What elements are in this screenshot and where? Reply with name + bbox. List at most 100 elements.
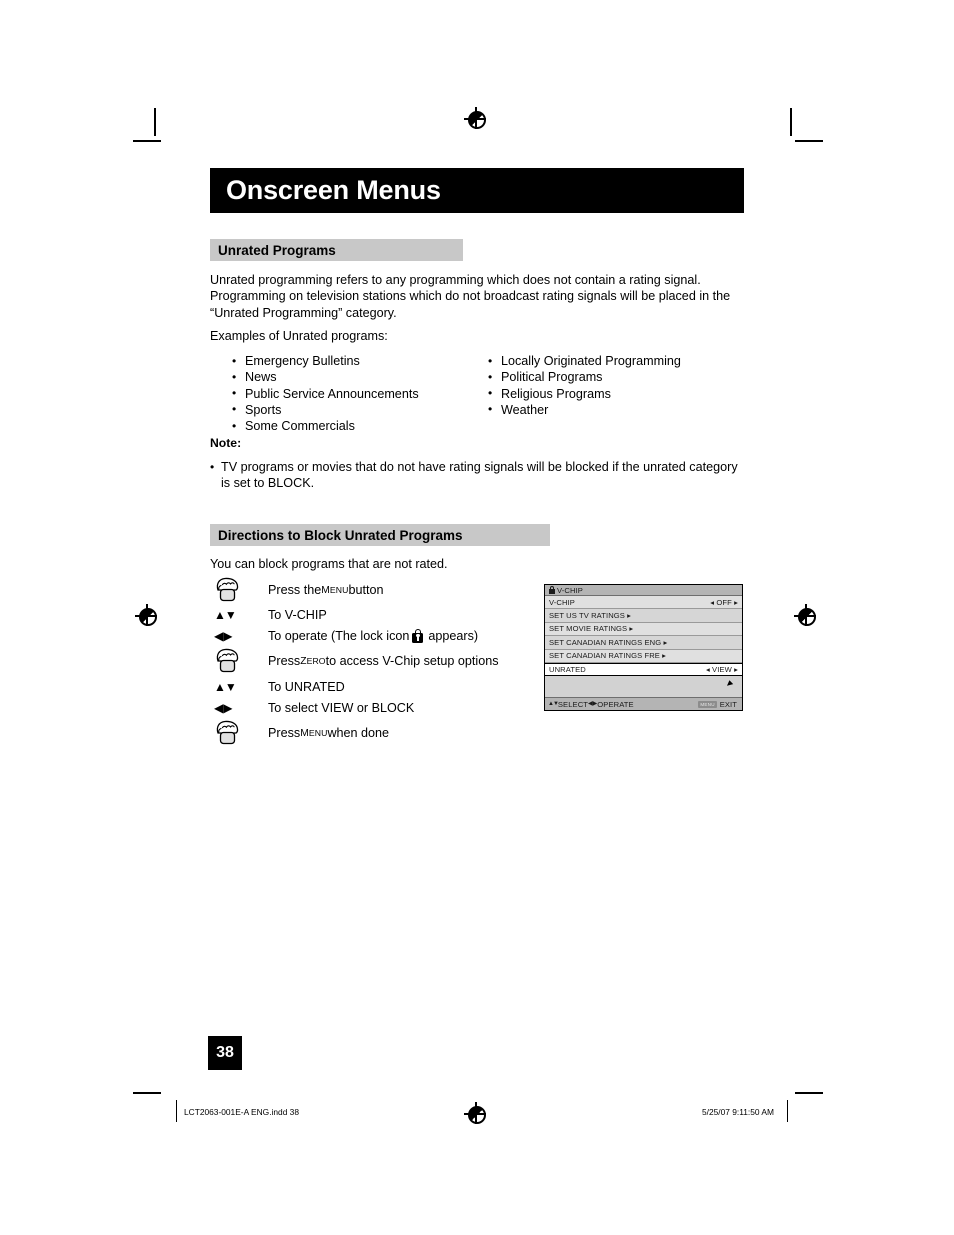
list-item: Locally Originated Programming <box>488 352 738 369</box>
left-right-arrows-icon: ◀▶ <box>214 700 233 715</box>
tv-menu-item-label: SET CANADIAN RATINGS ENG ▸ <box>549 637 668 647</box>
footer-timestamp: 5/25/07 9:11:50 AM <box>701 1107 774 1117</box>
note-list: TV programs or movies that do not have r… <box>210 459 744 492</box>
print-footer: LCT2063-001E-A ENG.indd 38 5/25/07 9:11:… <box>168 1100 788 1124</box>
tv-footer-operate-label: OPERATE <box>597 699 634 709</box>
directions-intro-paragraph: You can block programs that are not rate… <box>210 557 448 571</box>
step-text: Press the MENU button <box>268 583 383 597</box>
tv-menu-item-v-chip[interactable]: V-CHIP ◂ OFF ▸ <box>545 596 742 610</box>
examples-list-left: Emergency Bulletins News Public Service … <box>232 352 482 435</box>
directions-step-list: Press the MENU button ▲▼ To V-CHIP ◀▶ To… <box>210 576 530 748</box>
tv-footer-select-label: SELECT <box>557 699 589 709</box>
step-text-before: Press the <box>268 583 322 597</box>
step-row: ▲▼ To V-CHIP <box>210 604 530 625</box>
hand-press-icon <box>210 577 268 603</box>
footer-rule-right <box>786 1100 788 1122</box>
page-number-badge: 38 <box>208 1036 242 1070</box>
section-heading-directions: Directions to Block Unrated Programs <box>210 524 550 546</box>
note-label: Note: <box>210 436 242 450</box>
section-heading-unrated-programs-label: Unrated Programs <box>218 242 336 258</box>
step-text-after: when done <box>327 726 390 740</box>
tv-menu-footer-left: ▲▼ SELECT ◀▶ OPERATE <box>548 700 634 709</box>
up-down-arrows-icon: ▲▼ <box>214 679 237 694</box>
crop-mark-top-left-h <box>133 140 161 142</box>
crop-mark-top-right-v <box>790 108 792 136</box>
crop-mark-top-right-h <box>795 140 823 142</box>
registration-target-top <box>464 107 488 131</box>
lock-icon <box>412 628 424 643</box>
step-row: Press the MENU button <box>210 576 530 604</box>
step-row: ◀▶ To operate (The lock icon appears) <box>210 625 530 646</box>
crop-mark-bottom-right-h <box>795 1092 823 1094</box>
step-row: Press MENU when done <box>210 718 530 748</box>
footer-rule-left <box>176 1100 178 1122</box>
list-item: News <box>232 369 482 386</box>
section-heading-directions-label: Directions to Block Unrated Programs <box>218 527 463 543</box>
tv-menu-rows: V-CHIP ◂ OFF ▸ SET US TV RATINGS ▸ SET M… <box>545 596 742 700</box>
crop-mark-bottom-left-h <box>133 1092 161 1094</box>
tv-menu-item-label: SET CANADIAN RATINGS FRE ▸ <box>549 651 667 661</box>
left-right-arrows-icon: ◀▶ <box>214 628 233 643</box>
tv-menu-item-set-canadian-ratings-eng[interactable]: SET CANADIAN RATINGS ENG ▸ <box>545 636 742 650</box>
tv-menu-item-label: SET MOVIE RATINGS ▸ <box>549 624 634 634</box>
tv-menu-item-value: ◂ VIEW ▸ <box>705 665 738 675</box>
list-item: Public Service Announcements <box>232 385 482 402</box>
step-text: Press MENU when done <box>268 726 389 740</box>
step-text: To V-CHIP <box>268 607 327 622</box>
step-text-before: Press <box>268 654 301 668</box>
registration-target-left <box>135 604 159 628</box>
step-row: ▲▼ To UNRATED <box>210 676 530 697</box>
tv-menu-footer-right: MENU EXIT <box>698 700 737 709</box>
list-item: Sports <box>232 401 482 418</box>
list-item: Emergency Bulletins <box>232 352 482 369</box>
hand-press-icon <box>210 648 268 674</box>
list-item: Political Programs <box>488 369 738 386</box>
step-text-smallcaps: ZERO <box>300 655 326 667</box>
lock-icon <box>549 586 555 594</box>
tv-menu-item-set-canadian-ratings-fre[interactable]: SET CANADIAN RATINGS FRE ▸ <box>545 649 742 663</box>
step-text-smallcaps: MENU <box>300 727 328 739</box>
examples-label: Examples of Unrated programs: <box>210 329 388 343</box>
crop-mark-top-left-v <box>154 108 156 136</box>
tv-menu-footer: ▲▼ SELECT ◀▶ OPERATE MENU EXIT <box>545 697 742 710</box>
list-item: Religious Programs <box>488 385 738 402</box>
step-text: To operate (The lock icon appears) <box>268 628 478 643</box>
tv-menu-item-unrated[interactable]: UNRATED ◂ VIEW ▸ <box>545 662 742 677</box>
left-right-arrows-icon: ◀▶ <box>588 701 598 707</box>
step-text-smallcaps: MENU <box>321 584 349 596</box>
tv-menu-titlebar: V-CHIP <box>545 585 742 596</box>
menu-key-icon: MENU <box>698 700 717 708</box>
list-item: Some Commercials <box>232 418 482 435</box>
registration-target-right <box>794 604 818 628</box>
step-text: To UNRATED <box>268 679 345 694</box>
tv-menu-title: V-CHIP <box>557 585 583 595</box>
tv-menu-item-set-us-tv-ratings[interactable]: SET US TV RATINGS ▸ <box>545 609 742 623</box>
step-text-after: button <box>348 583 384 597</box>
list-item: Weather <box>488 401 738 418</box>
tv-menu-item-label: V-CHIP <box>549 597 575 607</box>
step-text-before: To operate (The lock icon <box>268 628 410 643</box>
step-text-before: Press <box>268 726 301 740</box>
step-row: Press ZERO to access V-Chip setup option… <box>210 646 530 676</box>
page-title: Onscreen Menus <box>226 175 441 205</box>
footer-file-name: LCT2063-001E-A ENG.indd 38 <box>184 1107 299 1117</box>
unrated-intro-paragraph: Unrated programming refers to any progra… <box>210 273 731 320</box>
step-text-after: to access V-Chip setup options <box>325 654 499 668</box>
tv-onscreen-menu: V-CHIP V-CHIP ◂ OFF ▸ SET US TV RATINGS … <box>544 584 743 711</box>
tv-menu-blank-area <box>545 676 742 700</box>
examples-list-right: Locally Originated Programming Political… <box>488 352 738 418</box>
tv-menu-item-label: UNRATED <box>549 665 586 675</box>
list-item: TV programs or movies that do not have r… <box>210 459 744 492</box>
step-text: To select VIEW or BLOCK <box>268 700 415 715</box>
up-down-arrows-icon: ▲▼ <box>214 607 237 622</box>
section-heading-unrated-programs: Unrated Programs <box>210 239 463 261</box>
tv-menu-item-value: ◂ OFF ▸ <box>710 597 738 607</box>
tv-menu-item-label: SET US TV RATINGS ▸ <box>549 611 632 621</box>
step-text: Press ZERO to access V-Chip setup option… <box>268 654 499 668</box>
page-title-bar: Onscreen Menus <box>210 168 744 213</box>
tv-menu-item-set-movie-ratings[interactable]: SET MOVIE RATINGS ▸ <box>545 622 742 637</box>
tv-footer-exit-label: EXIT <box>719 699 737 709</box>
hand-press-icon <box>210 720 268 746</box>
step-row: ◀▶ To select VIEW or BLOCK <box>210 697 530 718</box>
up-down-arrows-icon: ▲▼ <box>548 701 559 707</box>
